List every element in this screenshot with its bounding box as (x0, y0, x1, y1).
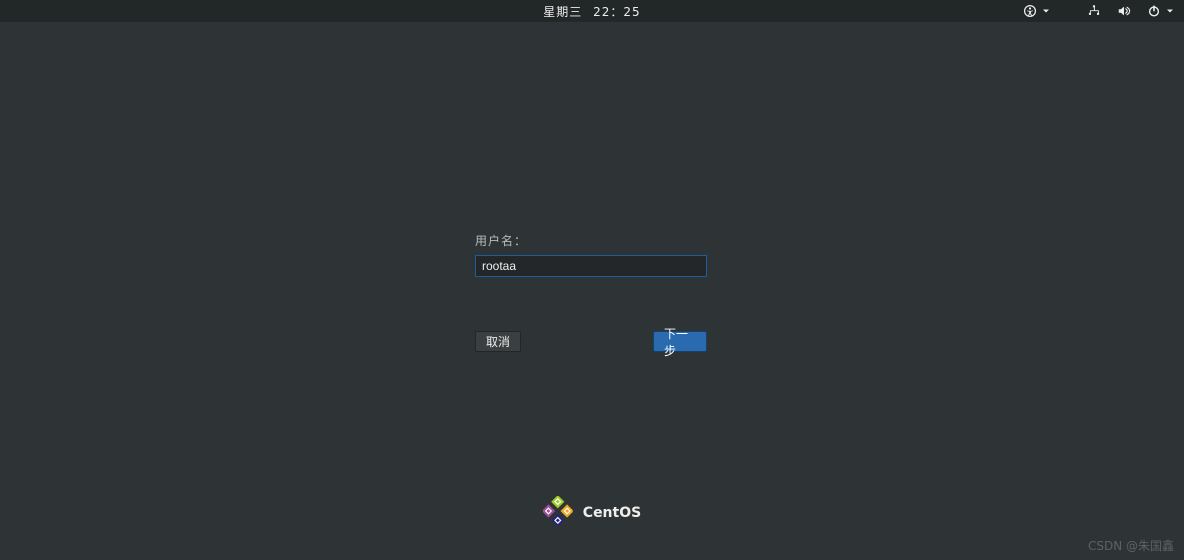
top-bar-right (1022, 3, 1174, 19)
clock-time: 22：25 (593, 5, 641, 19)
login-form: 用户名： (475, 232, 707, 277)
chevron-down-icon (1166, 3, 1174, 19)
accessibility-icon (1022, 3, 1038, 19)
next-button[interactable]: 下一步 (653, 331, 707, 352)
power-icon (1146, 3, 1162, 19)
button-row: 取消 下一步 (475, 331, 707, 352)
username-label: 用户名： (475, 232, 707, 249)
cancel-button[interactable]: 取消 (475, 331, 521, 352)
watermark-text: CSDN @朱国鑫 (1088, 537, 1174, 554)
branding-text: CentOS (583, 505, 641, 521)
branding: CentOS (543, 496, 641, 530)
network-icon[interactable] (1086, 3, 1102, 19)
accessibility-menu[interactable] (1022, 3, 1050, 19)
top-bar: 星期三 22：25 (0, 0, 1184, 22)
username-input[interactable] (475, 255, 707, 277)
volume-icon[interactable] (1116, 3, 1132, 19)
clock: 星期三 22：25 (543, 3, 640, 20)
clock-day: 星期三 (543, 5, 582, 19)
power-menu[interactable] (1146, 3, 1174, 19)
chevron-down-icon (1042, 3, 1050, 19)
centos-logo-icon (543, 496, 573, 530)
